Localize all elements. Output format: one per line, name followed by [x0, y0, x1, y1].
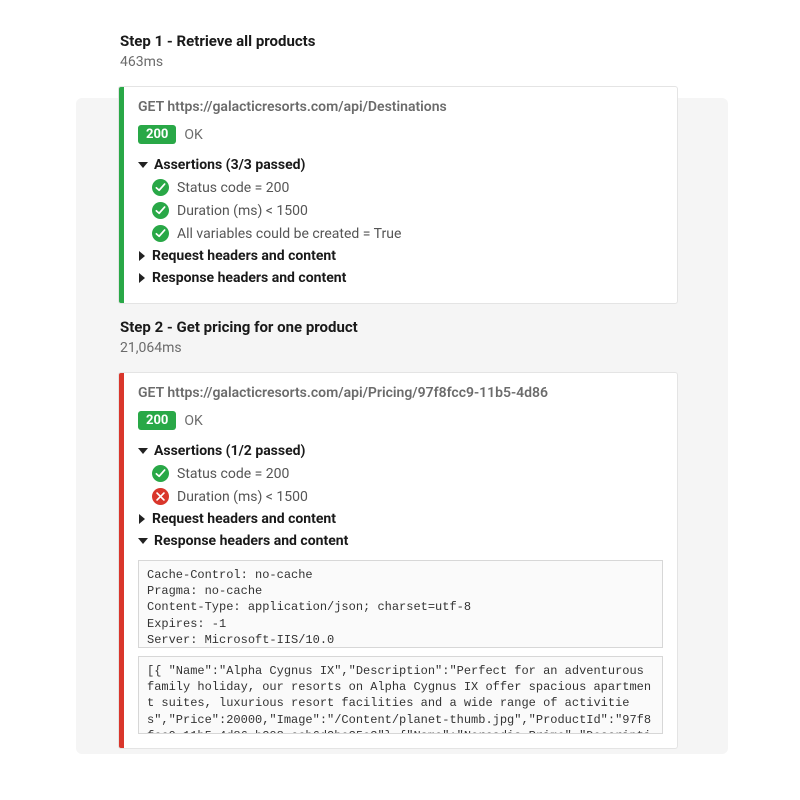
response-headers-label: Response headers and content: [154, 533, 348, 549]
status-text: OK: [184, 127, 202, 143]
step2-status-row: 200 OK: [138, 411, 663, 430]
chevron-down-icon: [138, 162, 148, 168]
response-body-box[interactable]: [{ "Name":"Alpha Cygnus IX","Description…: [138, 656, 663, 734]
chevron-right-icon: [139, 273, 145, 283]
step1-assertions-toggle[interactable]: Assertions (3/3 passed): [138, 154, 663, 176]
x-icon: [152, 488, 169, 505]
check-icon: [152, 465, 169, 482]
response-headers-label: Response headers and content: [152, 270, 346, 286]
step1-card: GET https://galacticresorts.com/api/Dest…: [119, 87, 677, 303]
step1-duration: 463ms: [120, 54, 684, 70]
step1-title: Step 1 - Retrieve all products: [120, 32, 684, 50]
step1-response-headers-toggle[interactable]: Response headers and content: [138, 267, 663, 289]
step2-response-headers-toggle[interactable]: Response headers and content: [138, 530, 663, 552]
assertion-row: Duration (ms) < 1500: [152, 199, 663, 222]
status-badge: 200: [138, 411, 176, 430]
response-headers-box[interactable]: Cache-Control: no-cache Pragma: no-cache…: [138, 560, 663, 648]
assertion-text: Duration (ms) < 1500: [177, 489, 308, 505]
request-headers-label: Request headers and content: [152, 511, 336, 527]
request-headers-label: Request headers and content: [152, 248, 336, 264]
assertion-text: Status code = 200: [177, 180, 289, 196]
assertion-row: Status code = 200: [152, 462, 663, 485]
check-icon: [152, 179, 169, 196]
step2-assertions-toggle[interactable]: Assertions (1/2 passed): [138, 440, 663, 462]
chevron-down-icon: [138, 448, 148, 454]
step1-request-headers-toggle[interactable]: Request headers and content: [138, 245, 663, 267]
status-badge: 200: [138, 125, 176, 144]
check-icon: [152, 202, 169, 219]
chevron-down-icon: [138, 538, 148, 544]
assertion-text: All variables could be created = True: [177, 226, 401, 242]
assertions-header: Assertions (3/3 passed): [154, 157, 305, 173]
check-icon: [152, 225, 169, 242]
assertion-text: Status code = 200: [177, 466, 289, 482]
chevron-right-icon: [139, 251, 145, 261]
assertion-row: Duration (ms) < 1500: [152, 485, 663, 508]
assertion-row: All variables could be created = True: [152, 222, 663, 245]
step2-request-line: GET https://galacticresorts.com/api/Pric…: [138, 385, 663, 401]
step1-status-row: 200 OK: [138, 125, 663, 144]
assertion-row: Status code = 200: [152, 176, 663, 199]
step1-request-line: GET https://galacticresorts.com/api/Dest…: [138, 99, 663, 115]
chevron-right-icon: [139, 514, 145, 524]
step2-request-headers-toggle[interactable]: Request headers and content: [138, 508, 663, 530]
step2-card: GET https://galacticresorts.com/api/Pric…: [119, 373, 677, 748]
assertions-header: Assertions (1/2 passed): [154, 443, 305, 459]
status-text: OK: [184, 413, 202, 429]
assertion-text: Duration (ms) < 1500: [177, 203, 308, 219]
step2-duration: 21,064ms: [120, 340, 684, 356]
step2-title: Step 2 - Get pricing for one product: [120, 318, 684, 336]
